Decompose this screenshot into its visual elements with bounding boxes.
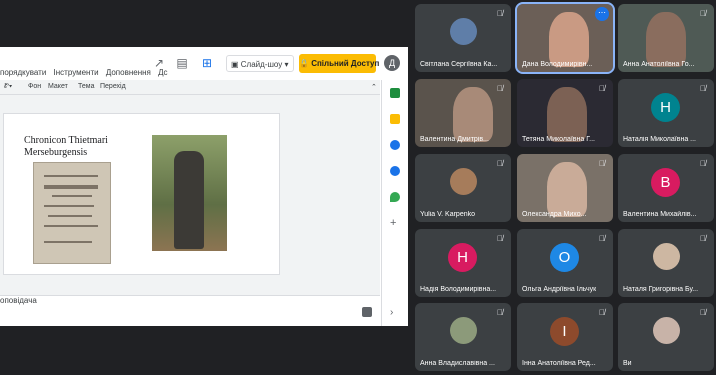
video-feed bbox=[453, 87, 493, 142]
participant-name: Світлана Сергіївна Ка... bbox=[420, 61, 498, 68]
participant-tile[interactable]: 🎙̸ Анна Анатоліївна Го... bbox=[618, 4, 714, 72]
statue-image bbox=[152, 135, 227, 251]
mic-off-icon: 🎙̸ bbox=[599, 159, 605, 168]
book-image bbox=[33, 162, 111, 264]
slide-title: Chronicon Thietmari Merseburgensis bbox=[24, 135, 108, 158]
add-icon[interactable]: + bbox=[390, 218, 400, 229]
participant-tile[interactable]: 🎙̸ Yulia V. Karpenko bbox=[415, 154, 511, 222]
participant-name: Yulia V. Karpenko bbox=[420, 211, 476, 218]
mic-off-icon: 🎙̸ bbox=[497, 308, 503, 317]
avatar bbox=[653, 243, 680, 270]
format-bar: Ꮡ▾ Фон Макет Тема Перехід ⌃ bbox=[0, 80, 380, 95]
avatar bbox=[450, 18, 477, 45]
contacts-icon[interactable] bbox=[390, 166, 400, 176]
mic-off-icon: 🎙̸ bbox=[497, 84, 503, 93]
format-transition[interactable]: Перехід bbox=[100, 83, 126, 90]
participant-name: Дана Володимирівн... bbox=[522, 61, 593, 68]
comment-icon[interactable]: ▤ bbox=[175, 56, 189, 70]
participant-name: Ви bbox=[623, 360, 632, 367]
avatar: О bbox=[550, 243, 579, 272]
explore-icon[interactable] bbox=[362, 307, 372, 317]
participant-tile[interactable]: Н 🎙̸ Наталія Миколаївна ... bbox=[618, 79, 714, 147]
mic-off-icon: 🎙̸ bbox=[700, 9, 706, 18]
format-layout[interactable]: Макет bbox=[48, 83, 68, 90]
participant-tile[interactable]: 🎙̸ Анна Владиславівна ... bbox=[415, 303, 511, 371]
mic-off-icon: 🎙̸ bbox=[497, 234, 503, 243]
mic-off-icon: 🎙̸ bbox=[700, 159, 706, 168]
participant-name: Тетяна Миколаївна Г... bbox=[522, 136, 595, 143]
participant-tile[interactable]: Н 🎙̸ Надія Володимирівна... bbox=[415, 229, 511, 297]
slide-canvas: Chronicon Thietmari Merseburgensis bbox=[0, 95, 380, 295]
format-theme[interactable]: Тема bbox=[78, 83, 94, 90]
participant-name: Валентина Дмитрів... bbox=[420, 136, 489, 143]
participant-name: Олександра Михо... bbox=[522, 211, 587, 218]
participant-name: Надія Володимирівна... bbox=[420, 286, 497, 293]
avatar bbox=[450, 317, 477, 344]
menu-item-addons[interactable]: Доповнення bbox=[106, 68, 151, 77]
video-feed bbox=[646, 12, 686, 67]
add-slide-icon[interactable]: ⊞ bbox=[200, 56, 214, 70]
participant-tile[interactable]: 🎙̸ Ви bbox=[618, 303, 714, 371]
participant-name: Ольга Андріївна Ільчук bbox=[522, 286, 597, 293]
chevron-right-icon[interactable]: › bbox=[390, 308, 400, 318]
participant-name: Анна Анатоліївна Го... bbox=[623, 61, 695, 68]
avatar[interactable]: Д bbox=[384, 55, 400, 71]
avatar bbox=[653, 317, 680, 344]
format-background[interactable]: Фон bbox=[28, 83, 41, 90]
participant-tile[interactable]: 🎙̸ Світлана Сергіївна Ка... bbox=[415, 4, 511, 72]
mic-off-icon: 🎙̸ bbox=[497, 9, 503, 18]
maps-icon[interactable] bbox=[390, 192, 400, 202]
keep-icon[interactable] bbox=[390, 114, 400, 124]
slideshow-button[interactable]: ▣ Слайд-шоу ▾ bbox=[226, 55, 294, 72]
avatar: Н bbox=[448, 243, 477, 272]
participant-name: Анна Владиславівна ... bbox=[420, 360, 495, 367]
participant-tile[interactable]: О 🎙̸ Ольга Андріївна Ільчук bbox=[517, 229, 613, 297]
avatar: І bbox=[550, 317, 579, 346]
avatar: В bbox=[651, 168, 680, 197]
mic-off-icon: 🎙̸ bbox=[700, 308, 706, 317]
mic-off-icon: 🎙̸ bbox=[497, 159, 503, 168]
more-options-icon[interactable]: ⋯ bbox=[595, 7, 609, 21]
menu-bar: порядкувати Інструменти Доповнення Дс bbox=[0, 68, 173, 77]
calendar-icon[interactable] bbox=[390, 88, 400, 98]
text-style-icon[interactable]: Ꮡ▾ bbox=[4, 83, 12, 91]
menu-item-arrange[interactable]: порядкувати bbox=[0, 68, 46, 77]
participant-tile[interactable]: 🎙̸ Олександра Михо... bbox=[517, 154, 613, 222]
participant-name: Валентина Михайлів... bbox=[623, 211, 697, 218]
participant-tile[interactable]: ⋯ Дана Володимирівн... bbox=[515, 2, 615, 74]
side-panel: + › bbox=[381, 80, 408, 326]
participant-name: Наталія Миколаївна ... bbox=[623, 136, 696, 143]
chevron-up-icon[interactable]: ⌃ bbox=[371, 83, 377, 91]
participant-tile[interactable]: 🎙̸ Наталя Григорівна Бу... bbox=[618, 229, 714, 297]
shared-presentation: порядкувати Інструменти Доповнення Дс ↗ … bbox=[0, 47, 408, 326]
participant-tile[interactable]: І 🎙̸ Інна Анатоліївна Ред... bbox=[517, 303, 613, 371]
participant-tile[interactable]: 🎙̸ Валентина Дмитрів... bbox=[415, 79, 511, 147]
slide[interactable]: Chronicon Thietmari Merseburgensis bbox=[3, 113, 280, 275]
mic-off-icon: 🎙̸ bbox=[599, 84, 605, 93]
share-button[interactable]: 🔒 Спільний Доступ bbox=[299, 54, 379, 73]
menu-item-tools[interactable]: Інструменти bbox=[54, 68, 99, 77]
participant-name: Інна Анатоліївна Ред... bbox=[522, 360, 596, 367]
tasks-icon[interactable] bbox=[390, 140, 400, 150]
mic-off-icon: 🎙̸ bbox=[700, 234, 706, 243]
avatar bbox=[450, 168, 477, 195]
speaker-notes[interactable]: оповідача bbox=[0, 295, 380, 326]
avatar: Н bbox=[651, 93, 680, 122]
mic-off-icon: 🎙̸ bbox=[599, 308, 605, 317]
video-feed bbox=[547, 87, 587, 142]
slides-toolbar: порядкувати Інструменти Доповнення Дс ↗ … bbox=[0, 47, 408, 77]
participant-name: Наталя Григорівна Бу... bbox=[623, 286, 699, 293]
video-feed bbox=[549, 12, 589, 67]
mic-off-icon: 🎙̸ bbox=[599, 234, 605, 243]
participant-tile[interactable]: 🎙̸ Тетяна Миколаївна Г... bbox=[517, 79, 613, 147]
video-feed bbox=[547, 162, 587, 217]
mic-off-icon: 🎙̸ bbox=[700, 84, 706, 93]
participant-tile[interactable]: В 🎙̸ Валентина Михайлів... bbox=[618, 154, 714, 222]
trend-icon[interactable]: ↗ bbox=[152, 56, 166, 70]
